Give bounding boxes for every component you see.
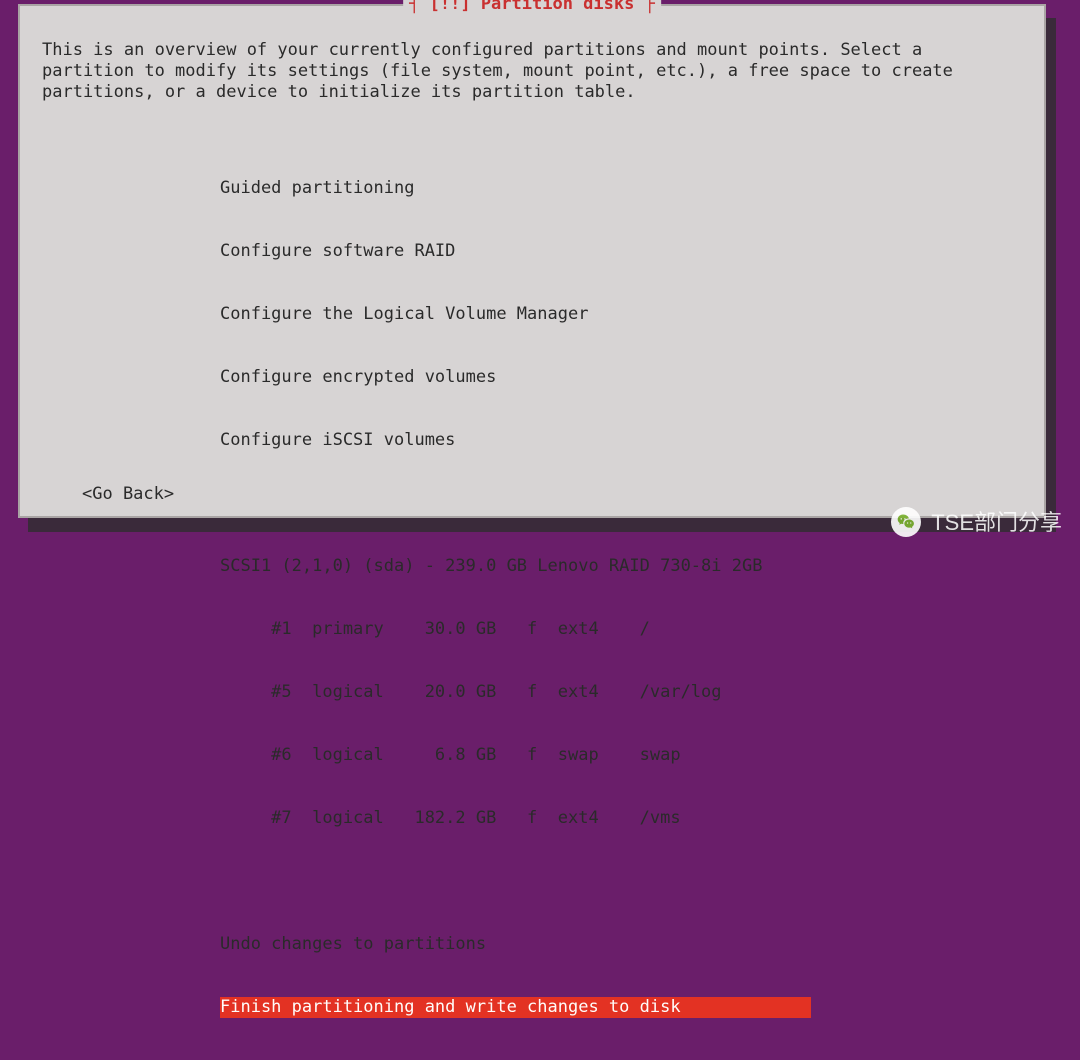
partition-row[interactable]: #7 logical 182.2 GB f ext4 /vms: [220, 808, 811, 829]
menu-finish-container[interactable]: Finish partitioning and write changes to…: [220, 997, 811, 1018]
menu-iscsi[interactable]: Configure iSCSI volumes: [220, 430, 811, 451]
partition-row[interactable]: #6 logical 6.8 GB f swap swap: [220, 745, 811, 766]
wechat-icon: [891, 507, 921, 537]
dialog-title: ┤ [!!] Partition disks ├: [403, 0, 661, 15]
partition-dialog: ┤ [!!] Partition disks ├ This is an over…: [18, 4, 1046, 518]
watermark-text: TSE部门分享: [931, 512, 1062, 533]
menu-guided[interactable]: Guided partitioning: [220, 178, 811, 199]
partition-row[interactable]: #5 logical 20.0 GB f ext4 /var/log: [220, 682, 811, 703]
menu-blank: [220, 871, 811, 892]
menu-encrypted[interactable]: Configure encrypted volumes: [220, 367, 811, 388]
menu-finish[interactable]: Finish partitioning and write changes to…: [220, 997, 811, 1018]
menu-undo[interactable]: Undo changes to partitions: [220, 934, 811, 955]
watermark: TSE部门分享: [891, 507, 1062, 537]
dialog-title-text: [!!] Partition disks: [430, 0, 635, 14]
partition-menu: Guided partitioning Configure software R…: [220, 136, 811, 1060]
menu-raid[interactable]: Configure software RAID: [220, 241, 811, 262]
menu-blank: [220, 493, 811, 514]
menu-lvm[interactable]: Configure the Logical Volume Manager: [220, 304, 811, 325]
intro-text: This is an overview of your currently co…: [42, 40, 1022, 103]
menu-disk-header[interactable]: SCSI1 (2,1,0) (sda) - 239.0 GB Lenovo RA…: [220, 556, 811, 577]
go-back-button[interactable]: <Go Back>: [82, 484, 174, 505]
partition-row[interactable]: #1 primary 30.0 GB f ext4 /: [220, 619, 811, 640]
